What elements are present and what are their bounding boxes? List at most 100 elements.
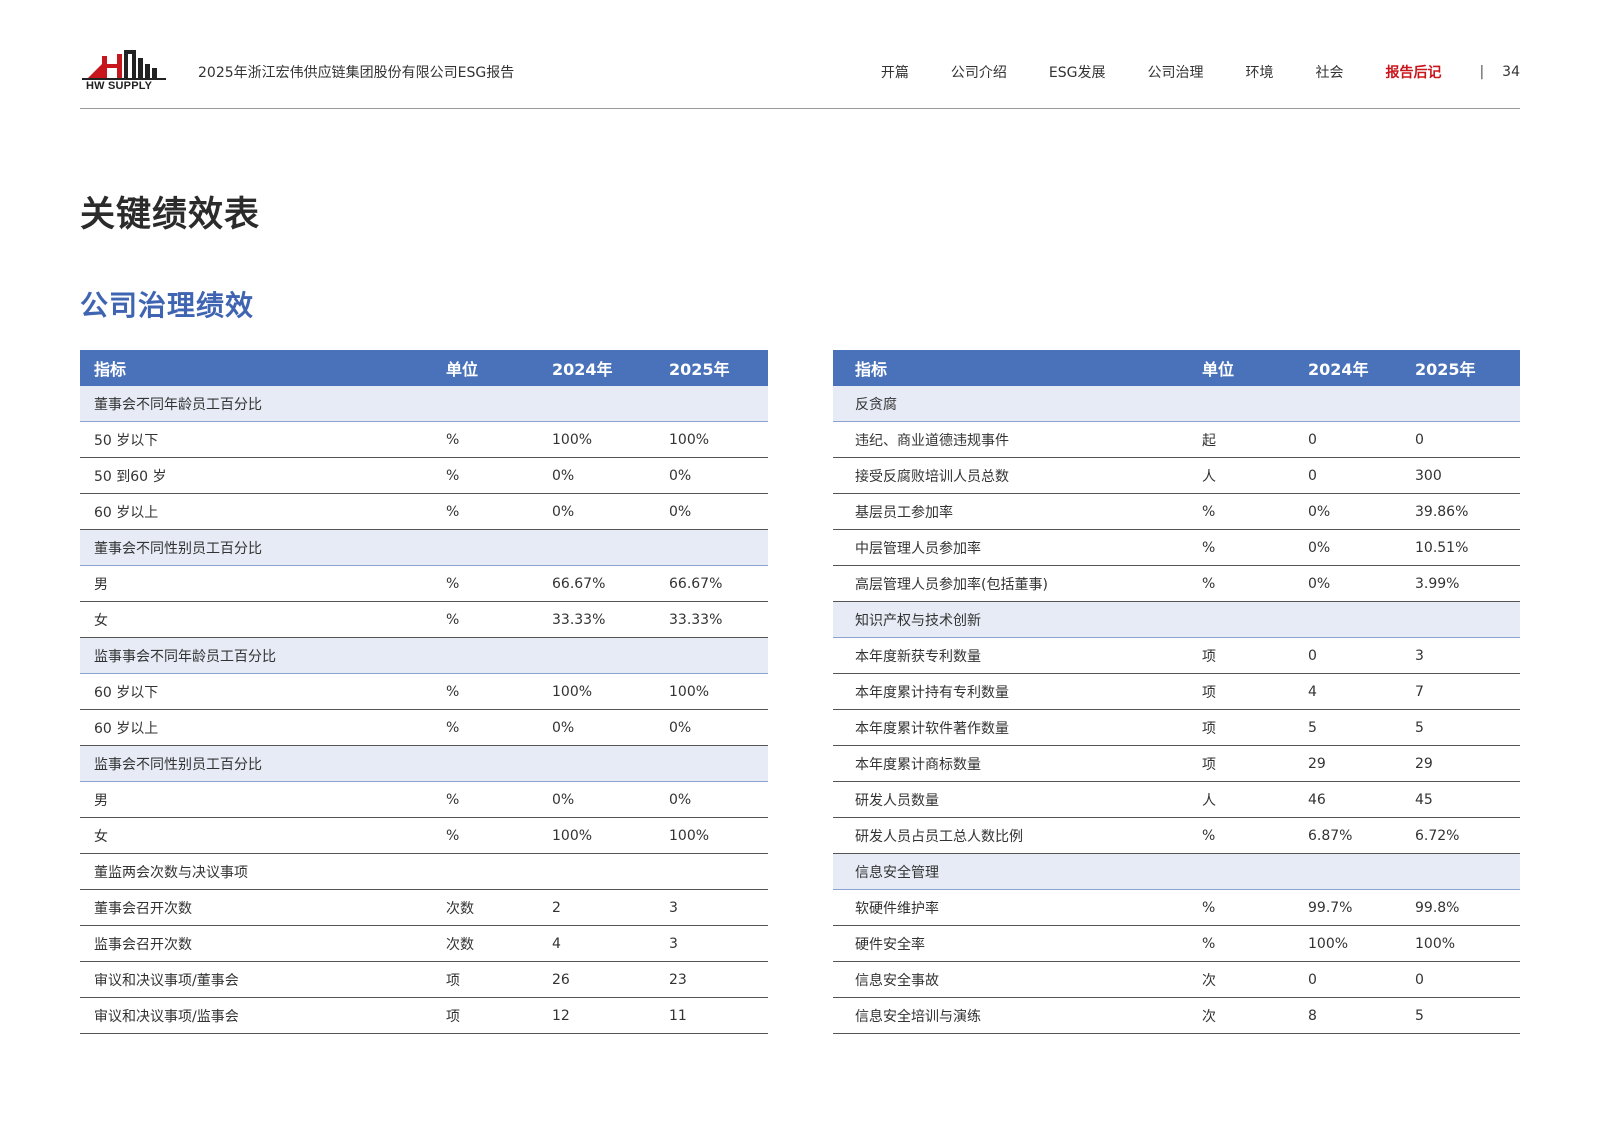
table-row: 男% 0% 0% [80, 781, 768, 818]
cell-indicator: 董事会不同性别员工百分比 [80, 529, 432, 566]
table-row: 本年度累计软件著作数量项 5 5 [833, 709, 1520, 746]
cell-2025 [655, 529, 768, 566]
cell-unit: % [432, 817, 538, 854]
table-row: 董事会召开次数 次数 2 3 [80, 889, 768, 926]
governance-kpi-table-left: 指标 单位 2024年 2025年 董事会不同年龄员工百分比 50 岁以下% 100… [80, 350, 768, 1034]
table-group-row: 监事事会不同年龄员工百分比 [80, 637, 768, 674]
cell-indicator: 信息安全事故 [833, 961, 1188, 998]
cell-indicator: 研发人员数量 [833, 781, 1188, 818]
cell-2025: 33.33% [655, 601, 768, 638]
cell-2024: 8 [1294, 997, 1401, 1034]
cell-unit: % [1188, 889, 1294, 926]
cell-unit [432, 529, 538, 566]
cell-2024: 33.33% [538, 601, 655, 638]
cell-2025: 3.99% [1401, 565, 1520, 602]
cell-unit: % [432, 781, 538, 818]
top-nav: 开篇 公司介绍 ESG发展 公司治理 环境 社会 报告后记 | 34 [839, 62, 1520, 82]
cell-2024: 100% [538, 673, 655, 710]
cell-2025: 0 [1401, 961, 1520, 998]
table-row: 审议和决议事项/董事会项 26 23 [80, 961, 768, 998]
cell-2024: 0% [538, 709, 655, 746]
cell-indicator: 接受反腐败培训人员总数 [833, 457, 1188, 494]
cell-unit: 项 [1188, 673, 1294, 710]
cell-unit: 项 [1188, 637, 1294, 674]
cell-2025: 23 [655, 961, 768, 998]
cell-unit: % [432, 421, 538, 458]
cell-unit [432, 853, 538, 890]
cell-2024: 4 [538, 925, 655, 962]
cell-2025: 5 [1401, 709, 1520, 746]
nav-item-society[interactable]: 社会 [1315, 62, 1343, 82]
table-group-row: 董事会不同性别员工百分比 [80, 529, 768, 566]
column-header-unit: 单位 [1188, 350, 1294, 386]
nav-item-afterword[interactable]: 报告后记 [1385, 62, 1441, 82]
table-row: 信息安全事故次 0 0 [833, 961, 1520, 998]
table-row: 女% 33.33% 33.33% [80, 601, 768, 638]
cell-2025: 0 [1401, 421, 1520, 458]
cell-indicator: 硬件安全率 [833, 925, 1188, 962]
cell-indicator: 本年度累计软件著作数量 [833, 709, 1188, 746]
cell-unit [1188, 386, 1294, 422]
table-row: 50 岁以下% 100% 100% [80, 421, 768, 458]
cell-2024: 0% [538, 493, 655, 530]
cell-2024 [538, 745, 655, 782]
report-title: 2025年浙江宏伟供应链集团股份有限公司ESG报告 [198, 65, 515, 81]
cell-2024: 0 [1294, 421, 1401, 458]
cell-2025: 39.86% [1401, 493, 1520, 530]
cell-2025: 29 [1401, 745, 1520, 782]
column-header-2025: 2025年 [655, 350, 768, 386]
cell-2024 [1294, 601, 1401, 638]
table-row: 接受反腐败培训人员总数人 0 300 [833, 457, 1520, 494]
cell-unit: 起 [1188, 421, 1294, 458]
table-row: 50 到60 岁% 0% 0% [80, 457, 768, 494]
cell-unit: % [1188, 493, 1294, 530]
cell-unit: 项 [432, 997, 538, 1034]
cell-2025 [1401, 386, 1520, 422]
cell-2024: 100% [538, 817, 655, 854]
cell-2025: 45 [1401, 781, 1520, 818]
cell-indicator: 基层员工参加率 [833, 493, 1188, 530]
cell-unit: % [1188, 565, 1294, 602]
table-group-row: 反贪腐 [833, 386, 1520, 422]
cell-indicator: 男 [80, 565, 432, 602]
cell-unit: 人 [1188, 781, 1294, 818]
table-row: 男% 66.67% 66.67% [80, 565, 768, 602]
cell-2025 [1401, 601, 1520, 638]
cell-2024: 2 [538, 889, 655, 926]
cell-2024: 29 [1294, 745, 1401, 782]
cell-2024: 0% [538, 457, 655, 494]
cell-2025: 3 [1401, 637, 1520, 674]
cell-2025: 0% [655, 709, 768, 746]
table-group-row: 信息安全管理 [833, 853, 1520, 890]
cell-2025: 99.8% [1401, 889, 1520, 926]
cell-2024: 4 [1294, 673, 1401, 710]
table-row: 60 岁以上% 0% 0% [80, 493, 768, 530]
cell-unit: % [432, 565, 538, 602]
table-header-row: 指标 单位 2024年 2025年 [833, 350, 1520, 386]
table-row: 女% 100% 100% [80, 817, 768, 854]
cell-2025: 100% [655, 421, 768, 458]
cell-2024: 0% [1294, 529, 1401, 566]
table-row: 60 岁以上% 0% 0% [80, 709, 768, 746]
nav-item-opening[interactable]: 开篇 [881, 62, 909, 82]
cell-indicator: 女 [80, 601, 432, 638]
cell-2024: 0% [1294, 565, 1401, 602]
cell-unit: 次数 [432, 925, 538, 962]
cell-2024 [1294, 853, 1401, 890]
cell-unit: % [1188, 925, 1294, 962]
column-header-unit: 单位 [432, 350, 538, 386]
nav-item-corporate-governance[interactable]: 公司治理 [1147, 62, 1203, 82]
cell-indicator: 知识产权与技术创新 [833, 601, 1188, 638]
cell-indicator: 高层管理人员参加率(包括董事) [833, 565, 1188, 602]
cell-2025: 6.72% [1401, 817, 1520, 854]
cell-unit: 项 [432, 961, 538, 998]
cell-2024: 99.7% [1294, 889, 1401, 926]
cell-2025 [655, 853, 768, 890]
nav-item-esg-development[interactable]: ESG发展 [1049, 62, 1106, 82]
column-header-indicator: 指标 [833, 350, 1188, 386]
cell-2025: 3 [655, 889, 768, 926]
nav-item-environment[interactable]: 环境 [1245, 62, 1273, 82]
nav-item-company-intro[interactable]: 公司介绍 [951, 62, 1007, 82]
table-header-row: 指标 单位 2024年 2025年 [80, 350, 768, 386]
table-row: 研发人员占员工总人数比例% 6.87% 6.72% [833, 817, 1520, 854]
